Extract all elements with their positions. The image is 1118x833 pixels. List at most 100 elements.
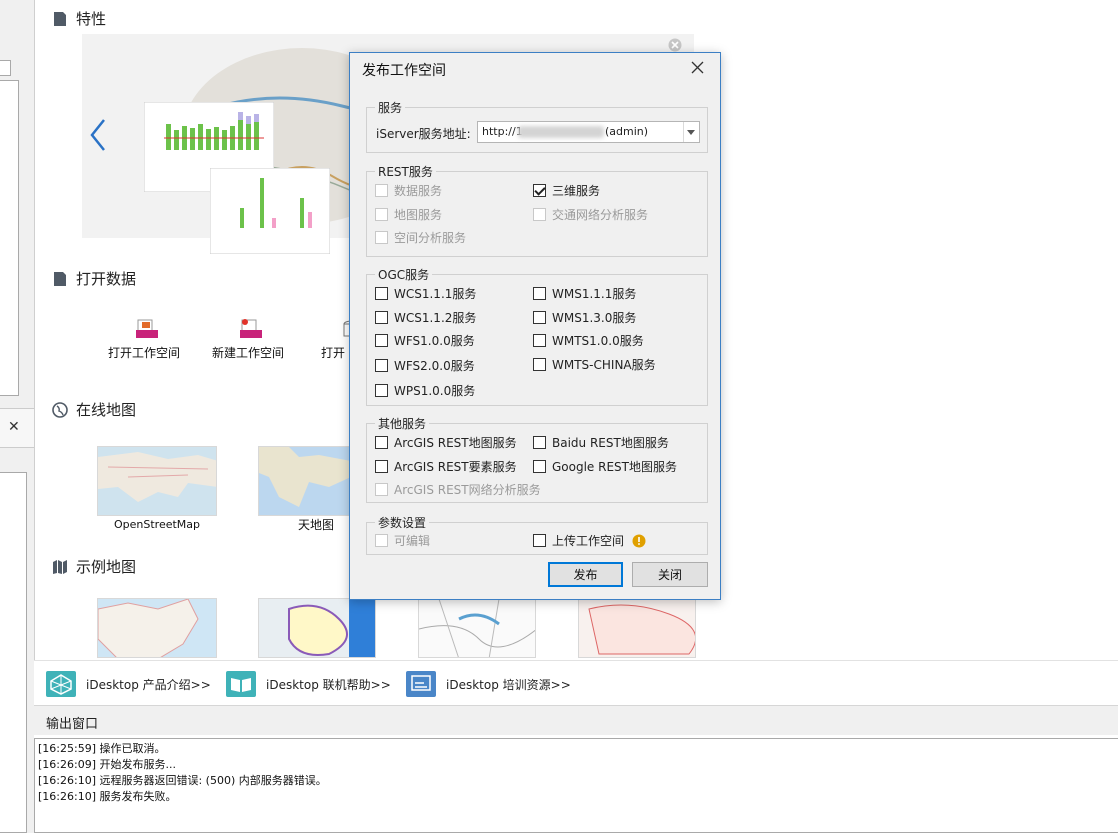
close-button[interactable]: 关闭 bbox=[632, 562, 708, 587]
province-map-image bbox=[588, 604, 695, 655]
arcgis-rest-map-checkbox[interactable]: ArcGIS REST地图服务 bbox=[375, 434, 517, 451]
baidu-rest-map-checkbox[interactable]: Baidu REST地图服务 bbox=[533, 434, 669, 451]
open-workspace-label: 打开工作空间 bbox=[107, 346, 180, 360]
log-line: [16:26:10] 服务发布失败。 bbox=[38, 790, 177, 803]
output-window-header: 输出窗口 bbox=[34, 705, 1118, 735]
editable-checkbox[interactable]: 可编辑 bbox=[375, 532, 430, 549]
sample-map-province-thumbnail[interactable] bbox=[578, 598, 696, 658]
wms111-checkbox[interactable]: WMS1.1.1服务 bbox=[533, 285, 636, 302]
param-group-title: 参数设置 bbox=[375, 514, 430, 531]
open-workspace-button[interactable]: 打开工作空间 bbox=[100, 318, 188, 366]
transport-network-service-checkbox[interactable]: 交通网络分析服务 bbox=[533, 206, 648, 223]
checkbox-box bbox=[533, 334, 546, 347]
online-help-link[interactable]: iDesktop 联机帮助>> bbox=[226, 671, 391, 697]
combobox-divider bbox=[683, 122, 684, 142]
open-file-button[interactable]: 打开 bbox=[318, 318, 350, 366]
iserver-address-label: iServer服务地址: bbox=[376, 127, 471, 141]
checkbox-box bbox=[375, 208, 388, 221]
sample-map-region-thumbnail[interactable] bbox=[258, 598, 376, 658]
data-service-label: 数据服务 bbox=[394, 184, 443, 198]
checkbox-box bbox=[533, 311, 546, 324]
training-label: iDesktop 培训资源>> bbox=[446, 677, 571, 692]
wms130-label: WMS1.3.0服务 bbox=[552, 311, 637, 325]
online-help-label: iDesktop 联机帮助>> bbox=[266, 677, 391, 692]
upload-workspace-label: 上传工作空间 bbox=[552, 534, 625, 548]
checkbox-box bbox=[375, 359, 388, 372]
arcgis-rest-feature-label: ArcGIS REST要素服务 bbox=[394, 460, 517, 474]
output-window-log[interactable]: [16:25:59] 操作已取消。 [16:26:09] 开始发布服务... [… bbox=[34, 738, 1118, 833]
wmts100-checkbox[interactable]: WMTS1.0.0服务 bbox=[533, 332, 644, 349]
features-title: 特性 bbox=[52, 8, 106, 29]
left-panel-close-icon[interactable]: ✕ bbox=[8, 419, 20, 435]
left-dropdown[interactable] bbox=[0, 60, 11, 76]
openstreetmap-label: OpenStreetMap bbox=[113, 518, 201, 531]
openstreetmap-thumbnail[interactable] bbox=[97, 446, 217, 516]
publish-button[interactable]: 发布 bbox=[548, 562, 623, 587]
data-service-checkbox[interactable]: 数据服务 bbox=[375, 182, 442, 199]
wms111-label: WMS1.1.1服务 bbox=[552, 287, 637, 301]
google-rest-map-checkbox[interactable]: Google REST地图服务 bbox=[533, 458, 677, 475]
world-map-image bbox=[98, 452, 216, 502]
checkbox-box bbox=[533, 287, 546, 300]
wfs100-checkbox[interactable]: WFS1.0.0服务 bbox=[375, 332, 475, 349]
sample-map-title-text: 示例地图 bbox=[76, 558, 137, 576]
dialog-close-icon[interactable] bbox=[691, 61, 704, 74]
bottom-links-bar: iDesktop 产品介绍>> iDesktop 联机帮助>> iDesktop… bbox=[34, 660, 1118, 705]
carousel-close-icon[interactable] bbox=[668, 38, 682, 52]
checkbox-box bbox=[375, 460, 388, 473]
product-intro-link[interactable]: iDesktop 产品介绍>> bbox=[46, 671, 211, 697]
training-link[interactable]: iDesktop 培训资源>> bbox=[406, 671, 571, 697]
chevron-down-icon[interactable] bbox=[687, 130, 695, 135]
left-panel-header: ✕ bbox=[0, 408, 34, 448]
parameter-settings-group: 参数设置 可编辑 上传工作空间 bbox=[366, 514, 708, 555]
checkbox-box-checked bbox=[533, 184, 546, 197]
panel-divider bbox=[34, 0, 35, 705]
wms130-checkbox[interactable]: WMS1.3.0服务 bbox=[533, 309, 636, 326]
map-service-checkbox[interactable]: 地图服务 bbox=[375, 206, 442, 223]
features-title-text: 特性 bbox=[76, 10, 107, 28]
google-rest-map-label: Google REST地图服务 bbox=[552, 460, 677, 474]
wcs112-checkbox[interactable]: WCS1.1.2服务 bbox=[375, 309, 476, 326]
sample-map-china-thumbnail[interactable] bbox=[97, 598, 217, 658]
wps100-label: WPS1.0.0服务 bbox=[394, 384, 476, 398]
wcs111-checkbox[interactable]: WCS1.1.1服务 bbox=[375, 285, 476, 302]
arcgis-rest-map-label: ArcGIS REST地图服务 bbox=[394, 436, 517, 450]
checkbox-box bbox=[375, 334, 388, 347]
iserver-address-combobox[interactable]: http://1 (admin) bbox=[477, 121, 700, 143]
service-group-title: 服务 bbox=[375, 99, 406, 116]
blurred-address bbox=[518, 126, 604, 138]
arcgis-rest-feature-checkbox[interactable]: ArcGIS REST要素服务 bbox=[375, 458, 517, 475]
wcs112-label: WCS1.1.2服务 bbox=[394, 311, 477, 325]
help-book-icon bbox=[226, 671, 256, 697]
spatial-analysis-service-checkbox[interactable]: 空间分析服务 bbox=[375, 229, 466, 246]
rest-group-title: REST服务 bbox=[375, 163, 436, 180]
document-icon bbox=[54, 271, 66, 286]
other-group-title: 其他服务 bbox=[375, 415, 430, 432]
tianditu-thumbnail[interactable] bbox=[258, 446, 350, 516]
sample-map-city-thumbnail[interactable] bbox=[418, 598, 536, 658]
open-workspace-icon bbox=[136, 319, 158, 338]
ogc-services-group: OGC服务 WCS1.1.1服务 WMS1.1.1服务 WCS1.1.2服务 W… bbox=[366, 266, 708, 406]
3d-service-checkbox[interactable]: 三维服务 bbox=[533, 182, 600, 199]
baidu-rest-map-label: Baidu REST地图服务 bbox=[552, 436, 669, 450]
wps100-checkbox[interactable]: WPS1.0.0服务 bbox=[375, 382, 475, 399]
transport-network-service-label: 交通网络分析服务 bbox=[552, 208, 649, 222]
wfs100-label: WFS1.0.0服务 bbox=[394, 334, 475, 348]
iserver-address-suffix: (admin) bbox=[605, 125, 649, 138]
wfs200-checkbox[interactable]: WFS2.0.0服务 bbox=[375, 357, 475, 374]
publish-workspace-dialog: 发布工作空间 服务 iServer服务地址: http://1 (admin) … bbox=[349, 52, 721, 600]
new-workspace-button[interactable]: 新建工作空间 bbox=[204, 318, 292, 366]
upload-workspace-checkbox[interactable]: 上传工作空间 bbox=[533, 532, 646, 549]
open-file-label: 打开 bbox=[321, 346, 346, 360]
carousel-prev-icon[interactable] bbox=[88, 118, 108, 152]
product-intro-label: iDesktop 产品介绍>> bbox=[86, 677, 211, 692]
wmts-china-checkbox[interactable]: WMTS-CHINA服务 bbox=[533, 356, 656, 373]
city-map-image bbox=[419, 599, 535, 657]
checkbox-box bbox=[375, 384, 388, 397]
book-map-icon bbox=[53, 559, 67, 574]
checkbox-box bbox=[375, 436, 388, 449]
checkbox-box bbox=[533, 358, 546, 371]
warning-icon[interactable] bbox=[632, 534, 646, 548]
left-panel-strip: ✕ bbox=[0, 0, 34, 833]
arcgis-rest-network-checkbox[interactable]: ArcGIS REST网络分析服务 bbox=[375, 481, 541, 498]
